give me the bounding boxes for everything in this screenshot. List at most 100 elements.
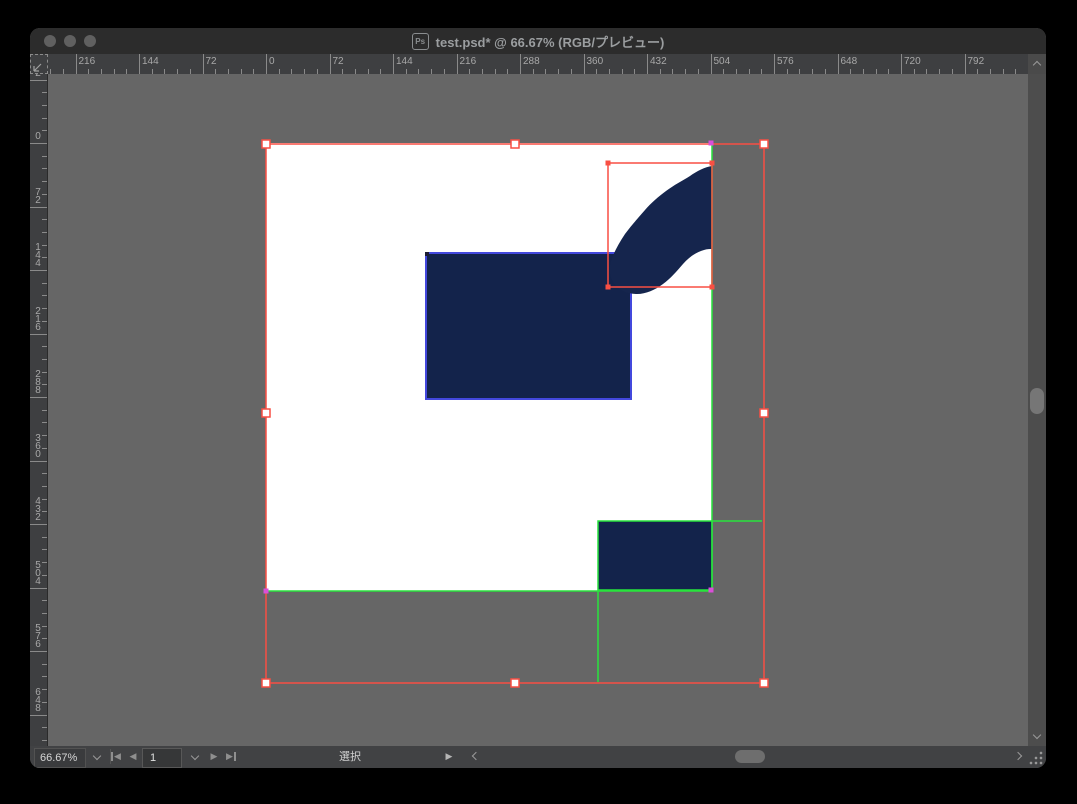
ruler-label: 288 [523, 57, 540, 67]
ruler-major-tick [30, 651, 48, 652]
ruler-major-tick [30, 80, 48, 81]
anchor-selected[interactable] [709, 588, 714, 593]
zoom-button[interactable] [84, 35, 96, 47]
ruler-major-tick [647, 54, 648, 74]
chevron-down-icon [93, 752, 101, 760]
shape-layer-main-rect[interactable] [426, 253, 631, 399]
anchor-selected[interactable] [709, 141, 714, 146]
selection-handle[interactable] [262, 679, 270, 687]
last-frame-button[interactable]: ▶ [223, 746, 239, 766]
selection-handle[interactable] [760, 409, 768, 417]
ruler-label: 576 [777, 57, 794, 67]
last-frame-icon [234, 752, 236, 761]
ruler-major-tick [30, 334, 48, 335]
minimize-button[interactable] [64, 35, 76, 47]
ruler-major-tick [30, 461, 48, 462]
ruler-origin-box[interactable] [30, 54, 48, 74]
chevron-down-icon [191, 752, 199, 760]
path-anchor[interactable] [606, 161, 611, 166]
frame-dropdown-button[interactable] [186, 746, 204, 766]
chevron-up-icon [1033, 61, 1041, 69]
ruler-major-tick [76, 54, 77, 74]
ruler-major-tick [330, 54, 331, 74]
ruler-label: 4 3 2 [31, 498, 45, 522]
ruler-major-tick [520, 54, 521, 74]
ruler-major-tick [30, 715, 48, 716]
scroll-left-button[interactable] [468, 746, 484, 766]
ruler-label: 6 4 8 [31, 689, 45, 713]
ruler-label: 3 6 0 [31, 435, 45, 459]
ruler-label: 504 [714, 57, 731, 67]
selection-handle[interactable] [760, 679, 768, 687]
window-title-group: Ps test.psd* @ 66.67% (RGB/プレビュー) [412, 32, 665, 51]
ruler-label: 432 [650, 57, 667, 67]
ruler-label: 7 2 [31, 189, 45, 205]
ruler-label: 1 4 4 [31, 244, 45, 268]
horizontal-scrollbar-thumb[interactable] [735, 750, 765, 763]
path-anchor[interactable] [710, 161, 715, 166]
ruler-label: 792 [968, 57, 985, 67]
status-flyout-button[interactable]: ▶ [442, 746, 456, 766]
scroll-up-button[interactable] [1028, 54, 1046, 74]
horizontal-scrollbar[interactable] [486, 746, 1010, 766]
ruler-major-tick [457, 54, 458, 74]
shape-layer-bottom-square[interactable] [598, 521, 712, 590]
chevron-down-icon [1033, 731, 1041, 739]
ruler-major-tick [203, 54, 204, 74]
window-title: test.psd* @ 66.67% (RGB/プレビュー) [436, 32, 665, 51]
ruler-label: 72 [333, 57, 344, 67]
zoom-level-field[interactable]: 66.67% [34, 748, 86, 768]
ruler-major-tick [30, 270, 48, 271]
scroll-down-button[interactable] [1028, 727, 1046, 744]
frame-number-field[interactable]: 1 [142, 748, 182, 768]
ruler-major-tick [139, 54, 140, 74]
status-bar: 66.67% ◀ ◀ 1 ▶ ▶ 選択 ▶ [30, 746, 1046, 768]
selection-handle[interactable] [262, 409, 270, 417]
ruler-label: 0 [269, 57, 275, 67]
scroll-right-button[interactable] [1010, 746, 1026, 766]
flyout-arrow-icon: ▶ [446, 751, 453, 762]
anchor-selected[interactable] [264, 589, 269, 594]
status-tool-label: 選択 [260, 746, 440, 766]
ruler-major-tick [774, 54, 775, 74]
first-frame-button[interactable]: ◀ [108, 746, 124, 766]
close-button[interactable] [44, 35, 56, 47]
selection-handle[interactable] [511, 140, 519, 148]
ruler-major-tick [30, 397, 48, 398]
vertical-scrollbar[interactable] [1028, 74, 1046, 746]
ruler-major-tick [393, 54, 394, 74]
ruler-label: 72 [206, 57, 217, 67]
window-resize-grip[interactable] [1029, 751, 1043, 765]
ruler-major-tick [30, 143, 48, 144]
ruler-label: 2 1 6 [31, 308, 45, 332]
zoom-dropdown-button[interactable] [88, 746, 106, 766]
ruler-label: 360 [587, 57, 604, 67]
previous-frame-button[interactable]: ◀ [125, 746, 141, 766]
ruler-label: 144 [142, 57, 159, 67]
photoshop-file-icon: Ps [412, 33, 429, 50]
chevron-left-icon [472, 752, 480, 760]
first-frame-icon [111, 752, 113, 761]
title-bar[interactable]: Ps test.psd* @ 66.67% (RGB/プレビュー) [30, 28, 1046, 54]
ruler-label: 720 [904, 57, 921, 67]
horizontal-ruler[interactable]: 2161447207214421628836043250457664872079… [48, 54, 1028, 75]
traffic-lights [44, 28, 96, 54]
selection-handle[interactable] [262, 140, 270, 148]
path-anchor[interactable] [606, 285, 611, 290]
anchor-corner-dark[interactable] [425, 252, 429, 256]
canvas-viewport[interactable] [48, 74, 1028, 746]
vertical-ruler[interactable]: 7 207 21 4 42 1 62 8 83 6 04 3 25 0 45 7… [30, 74, 48, 746]
ruler-origin-arrow-icon [33, 61, 45, 73]
ruler-major-tick [965, 54, 966, 74]
ruler-major-tick [711, 54, 712, 74]
ruler-label: 7 2 [31, 74, 45, 78]
next-frame-button[interactable]: ▶ [206, 746, 222, 766]
selection-handle[interactable] [511, 679, 519, 687]
ruler-major-tick [266, 54, 267, 74]
ruler-label: 216 [460, 57, 477, 67]
path-anchor[interactable] [710, 285, 715, 290]
ruler-major-tick [30, 207, 48, 208]
vertical-scrollbar-thumb[interactable] [1030, 388, 1044, 414]
chevron-right-icon [1014, 752, 1022, 760]
selection-handle[interactable] [760, 140, 768, 148]
